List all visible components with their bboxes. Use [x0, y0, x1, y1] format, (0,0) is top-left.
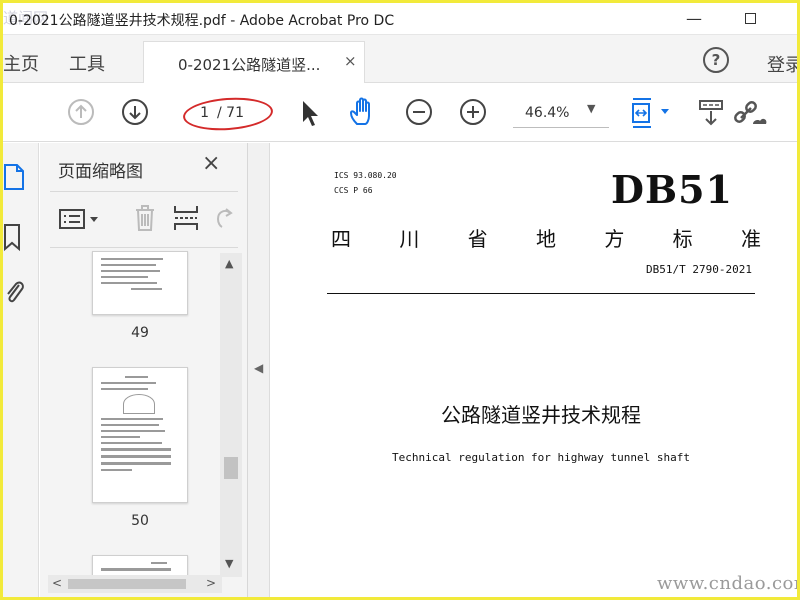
collapse-arrow-icon[interactable]: ◀ [254, 361, 263, 375]
scroll-up-icon[interactable]: ▲ [225, 257, 233, 270]
options-menu-icon[interactable] [58, 207, 102, 233]
scroll-mode-icon[interactable] [697, 98, 725, 128]
category-char: 方 [604, 227, 625, 251]
page-thumbnails-icon[interactable] [3, 163, 25, 191]
category-char: 川 [399, 227, 420, 251]
panel-horizontal-scrollbar[interactable]: < > [48, 575, 222, 593]
tab-home[interactable]: 主页 [3, 50, 39, 76]
zoom-value: 46.4% [525, 105, 570, 121]
thumbnail-page-number: 49 [131, 325, 149, 341]
zoom-out-icon[interactable] [405, 98, 433, 126]
window-title: 0-2021公路隧道竖井技术规程.pdf - Adobe Acrobat Pro… [9, 13, 395, 29]
zoom-in-icon[interactable] [459, 98, 487, 126]
scroll-down-icon[interactable]: ▼ [225, 557, 233, 570]
thumbnail-text [101, 376, 179, 475]
standard-code: DB51 [611, 167, 733, 212]
panel-divider [50, 247, 238, 248]
scroll-left-icon[interactable]: < [52, 576, 62, 590]
document-tab[interactable]: 0-2021公路隧道竖... × [143, 41, 365, 83]
left-rail [3, 143, 39, 597]
thumbnail-page-number: 50 [131, 513, 149, 529]
previous-page-icon[interactable] [67, 98, 95, 126]
panel-title: 页面缩略图 [58, 162, 143, 182]
document-title-cn: 公路隧道竖井技术规程 [441, 403, 641, 427]
share-link-icon[interactable] [733, 98, 769, 128]
login-button[interactable]: 登录 [767, 51, 797, 77]
bookmark-icon[interactable] [3, 223, 23, 253]
category-char: 省 [467, 227, 488, 251]
insert-page-icon[interactable] [172, 203, 200, 233]
rotate-page-icon[interactable] [212, 203, 236, 233]
category-char: 准 [740, 227, 761, 251]
next-page-icon[interactable] [121, 98, 149, 126]
thumbnail-text [101, 258, 179, 294]
tab-bar: 主页 工具 0-2021公路隧道竖... × ? 登录 [3, 35, 797, 83]
scrollbar-thumb[interactable] [68, 579, 186, 589]
thumbnail-text [101, 562, 179, 575]
panel-divider [50, 191, 238, 192]
close-panel-icon[interactable]: × [202, 151, 220, 176]
thumbnail-page-49[interactable] [92, 251, 188, 315]
pdf-page: ICS 93.080.20 CCS P 66 DB51 四 川 省 地 方 标 … [271, 143, 797, 597]
tab-tools[interactable]: 工具 [69, 50, 105, 76]
document-tab-label: 0-2021公路隧道竖... [178, 56, 321, 74]
zoom-select[interactable]: 46.4% ▼ [513, 98, 609, 128]
header-rule [327, 293, 755, 294]
standard-number: DB51/T 2790-2021 [646, 263, 752, 276]
minimize-button[interactable]: — [679, 7, 709, 31]
site-watermark: www.cndao.com [657, 573, 797, 594]
app-window: 道闻网 0-2021公路隧道竖井技术规程.pdf - Adobe Acrobat… [3, 3, 797, 597]
attachment-icon[interactable] [3, 277, 25, 307]
category-char: 地 [535, 227, 556, 251]
chevron-down-icon: ▼ [587, 102, 596, 115]
category-char: 四 [331, 227, 351, 251]
fit-page-icon[interactable] [627, 96, 673, 130]
scrollbar-thumb[interactable] [224, 457, 238, 479]
panel-collapse-handle[interactable]: ◀ [248, 143, 270, 597]
ics-code: ICS 93.080.20 [334, 171, 397, 180]
scroll-right-icon[interactable]: > [206, 576, 216, 590]
hand-tool-icon[interactable] [347, 96, 379, 128]
select-tool-icon[interactable] [299, 98, 321, 128]
document-title-en: Technical regulation for highway tunnel … [391, 451, 690, 464]
maximize-icon [744, 13, 756, 24]
delete-page-icon[interactable] [132, 203, 158, 233]
minimize-icon: — [686, 9, 702, 28]
toolbar: / 71 46.4% ▼ [3, 84, 797, 142]
page-thumbnails-panel: 页面缩略图 × 49 50 ▲ ▼ < > [40, 143, 248, 597]
category-char: 标 [672, 227, 693, 251]
ccs-code: CCS P 66 [334, 186, 373, 195]
title-bar: 道闻网 0-2021公路隧道竖井技术规程.pdf - Adobe Acrobat… [3, 3, 797, 35]
panel-vertical-scrollbar[interactable]: ▲ ▼ [220, 253, 242, 577]
close-tab-icon[interactable]: × [344, 52, 357, 70]
document-canvas[interactable]: ICS 93.080.20 CCS P 66 DB51 四 川 省 地 方 标 … [271, 143, 797, 597]
help-icon[interactable]: ? [703, 47, 729, 73]
thumbnail-page-50[interactable] [92, 367, 188, 503]
standard-category: 四 川 省 地 方 标 准 [331, 223, 761, 252]
maximize-button[interactable] [735, 7, 765, 31]
